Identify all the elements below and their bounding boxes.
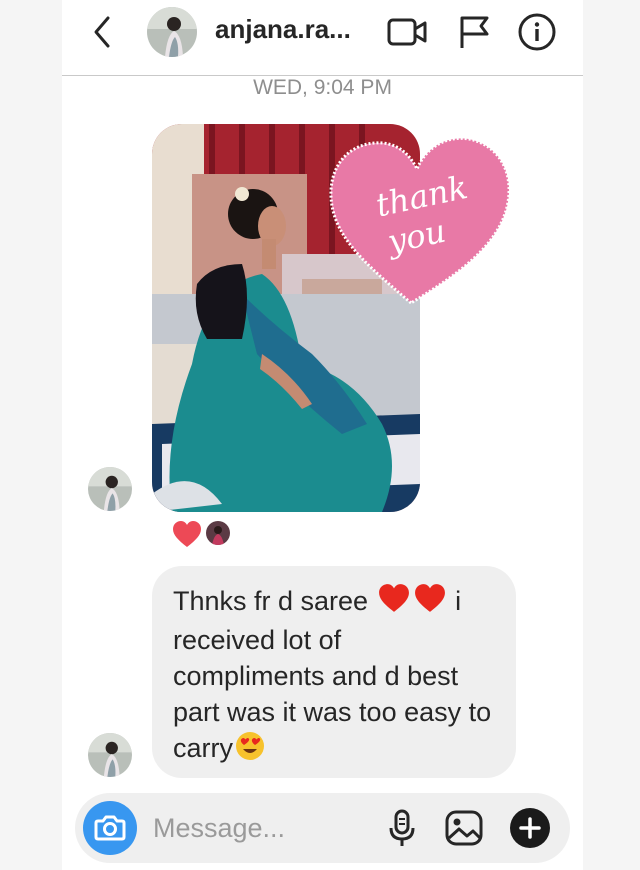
plus-icon[interactable]	[510, 808, 550, 848]
camera-button[interactable]	[83, 801, 137, 855]
red-heart-emoji	[414, 583, 446, 622]
reactor-avatar	[204, 519, 232, 547]
heart-eyes-emoji	[235, 731, 265, 770]
message-text: Thnks fr d saree i received lot of compl…	[173, 583, 496, 770]
message-text-start: Thnks fr d saree	[173, 586, 369, 616]
microphone-icon[interactable]	[381, 807, 423, 849]
message-timestamp: WED, 9:04 PM	[253, 76, 392, 99]
sender-avatar[interactable]	[88, 467, 132, 511]
thread-username[interactable]: anjana.ra...	[215, 14, 351, 45]
flag-icon[interactable]	[455, 12, 495, 52]
sender-avatar[interactable]	[88, 733, 132, 777]
avatar[interactable]	[147, 7, 197, 57]
message-bubble[interactable]: Thnks fr d saree i received lot of compl…	[152, 566, 516, 778]
camera-icon	[94, 815, 126, 841]
info-icon[interactable]	[517, 12, 557, 52]
thread-header: anjana.ra...	[62, 0, 583, 76]
dm-thread-screen: anjana.ra... WED, 9:04 PM thank you Thnk…	[62, 0, 583, 870]
message-composer	[75, 793, 570, 863]
gallery-icon[interactable]	[443, 807, 485, 849]
video-call-icon[interactable]	[387, 12, 427, 52]
red-heart-icon	[172, 520, 202, 548]
red-heart-emoji	[378, 583, 410, 622]
chevron-left-icon[interactable]	[88, 12, 118, 52]
message-input[interactable]	[153, 807, 353, 849]
thank-you-heart-sticker: thank you	[327, 135, 517, 305]
